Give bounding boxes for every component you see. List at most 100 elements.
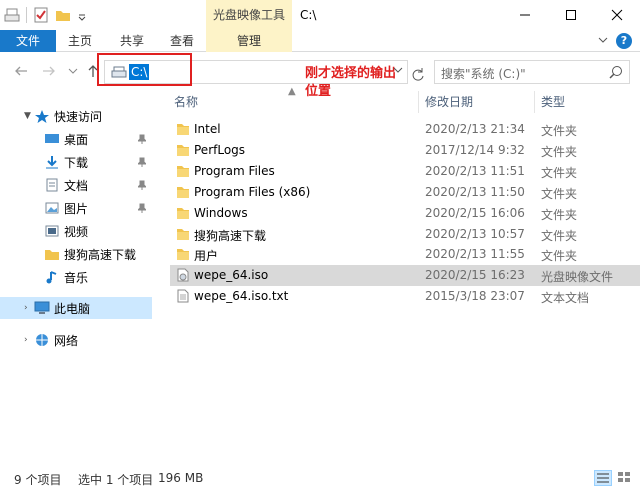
tab-share[interactable]: 共享 [112,30,152,52]
recent-locations-button[interactable] [64,63,82,81]
sidebar-item-sogou-downloads[interactable]: 搜狗高速下载 [0,243,152,265]
pin-icon[interactable] [138,202,146,212]
selection-size: 196 MB [158,471,203,485]
arrow-right-icon [41,63,57,79]
forward-button[interactable] [40,63,58,81]
file-date: 2020/2/13 10:57 [425,227,525,241]
file-name: Intel [194,122,221,136]
music-icon [44,270,60,284]
folder-icon [176,143,190,157]
file-date: 2020/2/15 16:23 [425,268,525,282]
tab-home[interactable]: 主页 [60,30,100,52]
video-icon [44,224,60,238]
customize-toolbar-icon[interactable] [77,7,87,23]
sidebar-item-label: 此电脑 [54,300,90,317]
back-button[interactable] [12,63,30,81]
sidebar-item-quick-access[interactable]: ▼ 快速访问 [0,105,152,127]
ribbon-tabs: 文件 主页 共享 查看 管理 ? [0,30,640,52]
file-row[interactable]: 用户2020/2/13 11:55文件夹 [170,244,640,265]
status-bar: 9 个项目 选中 1 个项目 196 MB [0,466,640,490]
close-button[interactable] [594,0,640,30]
column-divider[interactable] [534,91,535,113]
text-file-icon [176,289,190,303]
file-row[interactable]: Windows2020/2/15 16:06文件夹 [170,203,640,224]
file-type: 文件夹 [541,227,577,244]
properties-icon[interactable] [33,7,49,23]
drive-icon[interactable] [4,7,20,23]
file-row[interactable]: 搜狗高速下载2020/2/13 10:57文件夹 [170,224,640,245]
new-folder-icon[interactable] [55,7,71,23]
pin-icon[interactable] [138,133,146,143]
file-name: wepe_64.iso [194,268,268,282]
file-row[interactable]: Intel2020/2/13 21:34文件夹 [170,119,640,140]
expand-icon[interactable]: › [24,303,34,313]
search-icon[interactable] [609,65,623,79]
disc-image-icon [176,268,190,282]
tiles-view-icon [616,470,632,484]
file-row[interactable]: wepe_64.iso.txt2015/3/18 23:07文本文档 [170,286,640,307]
column-divider[interactable] [418,91,419,113]
large-icons-view-button[interactable] [616,470,634,486]
pin-icon[interactable] [138,156,146,166]
folder-icon [176,122,190,136]
file-row[interactable]: wepe_64.iso2020/2/15 16:23光盘映像文件 [170,265,640,286]
column-header-name[interactable]: 名称 [174,91,198,113]
file-type: 文件夹 [541,122,577,139]
close-icon [611,9,623,21]
window-title: C:\ [300,0,316,30]
minimize-button[interactable] [502,0,548,30]
details-view-button[interactable] [594,470,612,486]
file-name: 用户 [194,247,218,264]
file-name: PerfLogs [194,143,245,157]
sidebar-item-this-pc[interactable]: › 此电脑 [0,297,152,319]
file-date: 2020/2/13 11:50 [425,185,525,199]
document-icon [44,178,60,192]
folder-icon [176,185,190,199]
file-type: 文件夹 [541,143,577,160]
sidebar-item-desktop[interactable]: 桌面 [0,128,152,150]
maximize-icon [565,9,577,21]
file-row[interactable]: Program Files2020/2/13 11:51文件夹 [170,161,640,182]
minimize-icon [519,9,531,21]
folder-icon [176,164,190,178]
expand-ribbon-icon[interactable] [598,34,608,48]
sidebar-item-label: 桌面 [64,131,88,148]
file-name: Program Files (x86) [194,185,310,199]
sidebar-item-label: 音乐 [64,269,88,286]
folder-icon [176,227,190,241]
maximize-button[interactable] [548,0,594,30]
search-box[interactable]: 搜索"系统 (C:)" [434,60,630,84]
pin-icon[interactable] [138,179,146,189]
refresh-icon [410,67,426,83]
sidebar-item-downloads[interactable]: 下载 [0,151,152,173]
file-type: 文件夹 [541,164,577,181]
address-dropdown-icon[interactable] [393,65,403,78]
sidebar-item-label: 网络 [54,332,78,349]
selection-count: 选中 1 个项目 [78,471,153,488]
tab-view[interactable]: 查看 [162,30,202,52]
file-name: Program Files [194,164,275,178]
file-row[interactable]: PerfLogs2017/12/14 9:32文件夹 [170,140,640,161]
sidebar-item-pictures[interactable]: 图片 [0,197,152,219]
tab-file[interactable]: 文件 [0,30,56,52]
expand-icon[interactable]: ▼ [24,111,34,121]
sidebar-item-documents[interactable]: 文档 [0,174,152,196]
navigation-pane: ▼ 快速访问 桌面 下载 文档 图片 视频 搜狗高速下载 音乐 [0,91,152,463]
file-type: 文本文档 [541,289,589,306]
refresh-button[interactable] [410,67,426,83]
toolbar-separator [26,7,27,23]
expand-icon[interactable]: › [24,335,34,345]
column-header-date[interactable]: 修改日期 [425,91,473,113]
ribbon-controls: ? [598,33,632,49]
sidebar-item-music[interactable]: 音乐 [0,266,152,288]
column-header-type[interactable]: 类型 [541,91,565,113]
arrow-left-icon [13,63,29,79]
sidebar-item-videos[interactable]: 视频 [0,220,152,242]
navigation-bar: C:\ 刚才选择的输出位置 搜索"系统 (C:)" [0,53,640,91]
tab-manage[interactable]: 管理 [206,30,292,52]
help-button[interactable]: ? [616,33,632,49]
sidebar-item-label: 图片 [64,200,88,217]
sidebar-item-network[interactable]: › 网络 [0,329,152,351]
file-date: 2015/3/18 23:07 [425,289,525,303]
file-row[interactable]: Program Files (x86)2020/2/13 11:50文件夹 [170,182,640,203]
